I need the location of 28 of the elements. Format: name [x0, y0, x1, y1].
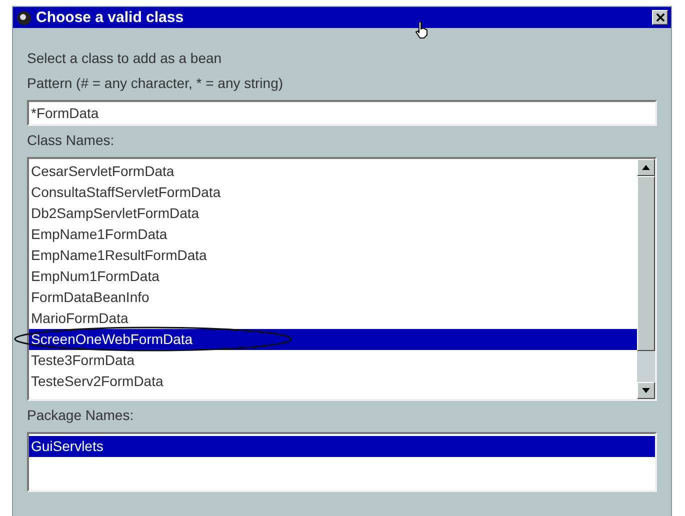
up-arrow-icon — [642, 165, 650, 170]
close-icon — [656, 13, 664, 22]
class-list-item[interactable]: CesarServletFormData — [29, 161, 637, 182]
close-button[interactable] — [652, 10, 668, 25]
pattern-input-field[interactable]: *FormData — [27, 100, 657, 126]
class-list-item[interactable]: TesteServ2FormData — [29, 371, 637, 392]
class-list-item[interactable]: ConsultaStaffServletFormData — [29, 182, 637, 203]
class-list-item[interactable]: ScreenOneWebFormData — [29, 329, 637, 350]
class-list-item[interactable]: EmpName1ResultFormData — [29, 245, 637, 266]
class-list-item[interactable]: MarioFormData — [29, 308, 637, 329]
hand-cursor-icon — [415, 21, 429, 39]
scroll-up-button[interactable] — [637, 159, 655, 176]
instruction-text: Select a class to add as a bean — [27, 50, 223, 67]
class-list-item[interactable]: EmpNum1FormData — [29, 266, 637, 287]
package-list-item[interactable]: GuiServlets — [29, 436, 655, 457]
window-title: Choose a valid class — [36, 9, 185, 26]
class-list-item[interactable]: FormDataBeanInfo — [29, 287, 637, 308]
package-names-label: Package Names: — [27, 407, 135, 424]
app-icon — [16, 10, 32, 26]
scroll-thumb[interactable] — [637, 176, 655, 351]
scrollbar[interactable] — [637, 159, 655, 399]
class-list-item[interactable]: Teste3FormData — [29, 350, 637, 371]
down-arrow-icon — [642, 388, 650, 393]
class-list-item[interactable]: Db2SampServletFormData — [29, 203, 637, 224]
class-names-label: Class Names: — [27, 132, 116, 149]
class-list-item[interactable]: EmpName1FormData — [29, 224, 637, 245]
pattern-label: Pattern (# = any character, * = any string) — [27, 75, 284, 92]
scroll-down-button[interactable] — [637, 382, 655, 399]
